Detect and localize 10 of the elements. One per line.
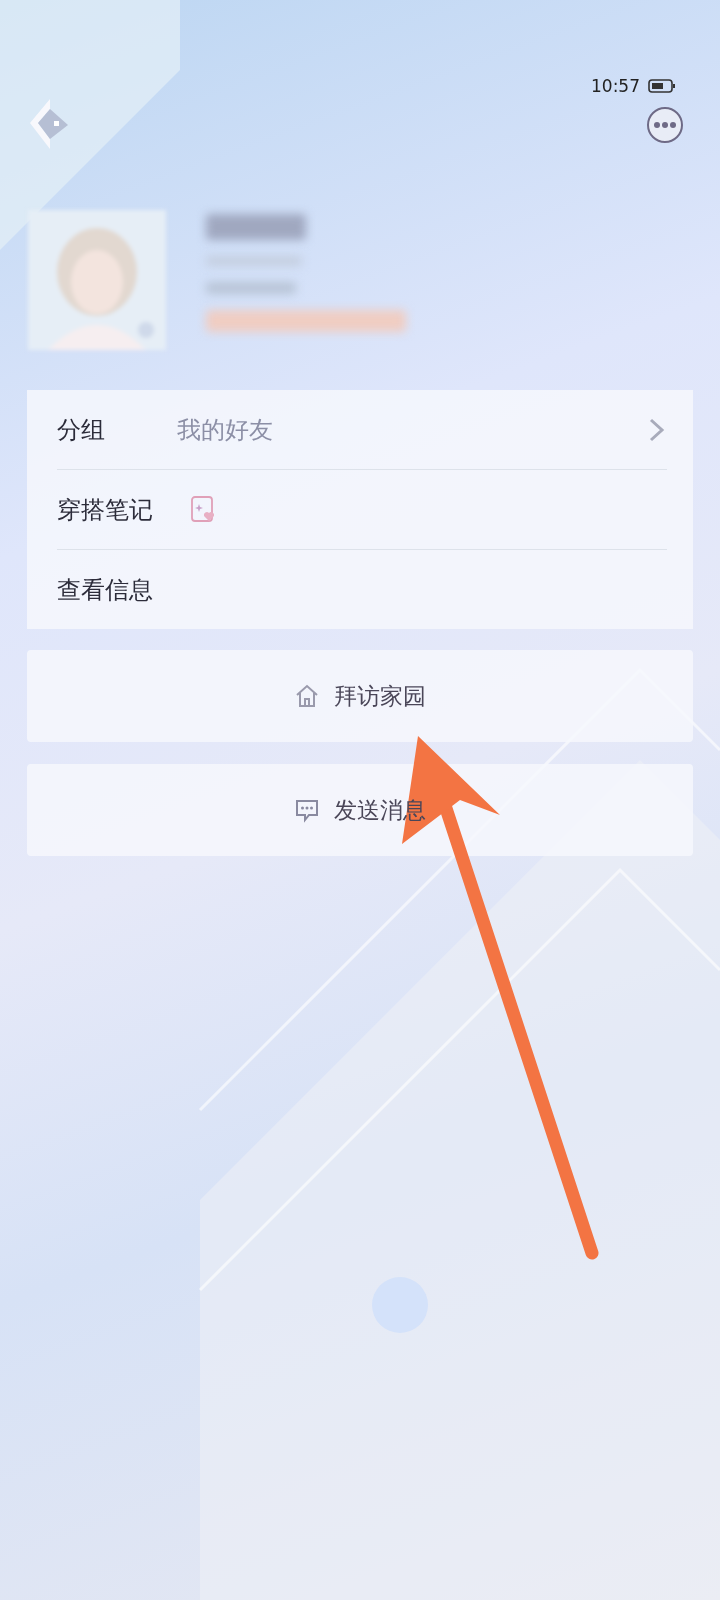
status-time: 10:57 [591, 76, 640, 96]
battery-icon [648, 79, 676, 93]
chat-icon [294, 797, 320, 823]
row-value: 我的好友 [177, 414, 274, 446]
info-row[interactable]: 查看信息 [57, 549, 667, 629]
action-button[interactable]: 拜访家园 [27, 650, 693, 742]
more-icon[interactable] [646, 106, 684, 144]
info-row[interactable]: 穿搭笔记 [57, 469, 667, 549]
info-row[interactable]: 分组 我的好友 [57, 390, 667, 469]
home-icon [294, 683, 320, 709]
